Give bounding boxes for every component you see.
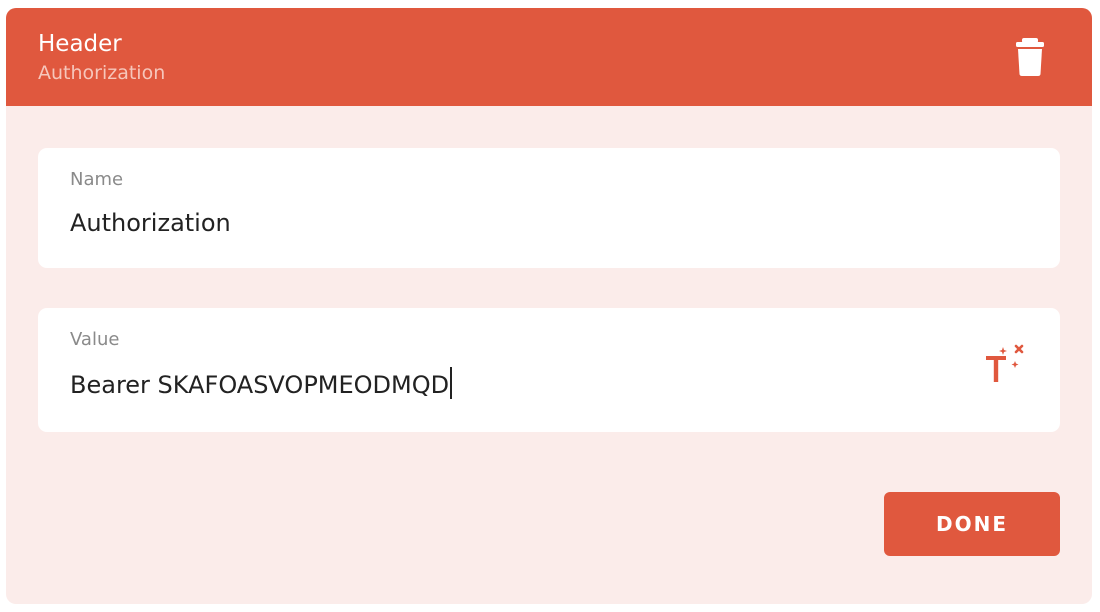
header-editor-card: Header Authorization Name Authorization … — [6, 8, 1092, 604]
value-field[interactable]: Value Bearer SKAFOASVOPMEODMQD — [38, 308, 1060, 432]
text-cursor — [450, 367, 452, 399]
trash-icon — [1016, 38, 1044, 76]
header-title: Header — [38, 31, 122, 57]
delete-button[interactable] — [1008, 34, 1052, 82]
name-input[interactable]: Authorization — [70, 208, 970, 238]
header-subtitle: Authorization — [38, 62, 166, 84]
template-variable-icon — [986, 344, 1024, 382]
name-label: Name — [70, 169, 124, 190]
card-header: Header Authorization — [6, 8, 1092, 106]
value-label: Value — [70, 329, 120, 350]
value-input-text: Bearer SKAFOASVOPMEODMQD — [70, 371, 450, 399]
name-field[interactable]: Name Authorization — [38, 148, 1060, 268]
done-button[interactable]: DONE — [884, 492, 1060, 556]
value-input[interactable]: Bearer SKAFOASVOPMEODMQD — [70, 367, 452, 400]
template-variable-button[interactable] — [982, 342, 1030, 388]
